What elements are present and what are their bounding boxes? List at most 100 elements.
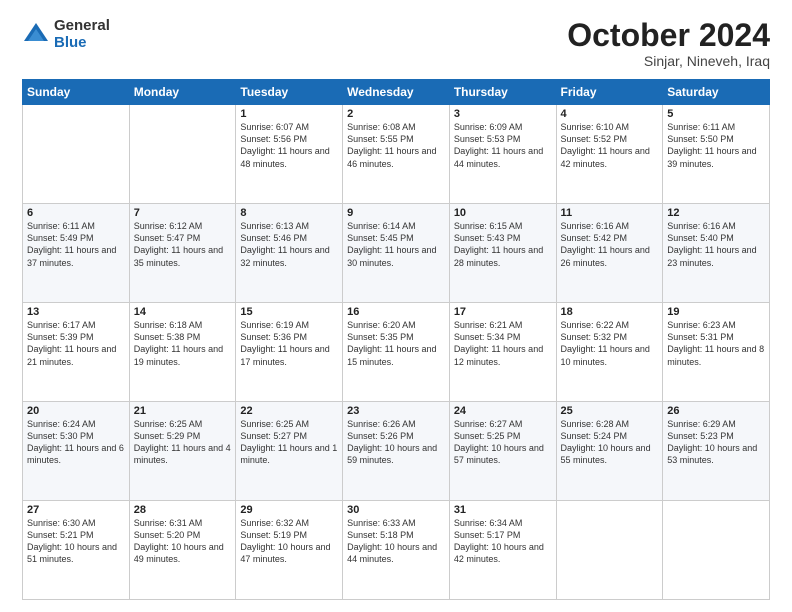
day-info: Sunrise: 6:31 AM Sunset: 5:20 PM Dayligh… [134,517,232,566]
day-info: Sunrise: 6:09 AM Sunset: 5:53 PM Dayligh… [454,121,552,170]
day-info: Sunrise: 6:10 AM Sunset: 5:52 PM Dayligh… [561,121,659,170]
weekday-header-tuesday: Tuesday [236,80,343,105]
calendar-cell: 23Sunrise: 6:26 AM Sunset: 5:26 PM Dayli… [343,402,450,501]
calendar-cell [23,105,130,204]
day-number: 10 [454,207,552,219]
day-number: 16 [347,306,445,318]
day-number: 20 [27,405,125,417]
week-row-3: 13Sunrise: 6:17 AM Sunset: 5:39 PM Dayli… [23,303,770,402]
day-number: 21 [134,405,232,417]
calendar-cell: 28Sunrise: 6:31 AM Sunset: 5:20 PM Dayli… [129,501,236,600]
day-number: 4 [561,108,659,120]
day-info: Sunrise: 6:17 AM Sunset: 5:39 PM Dayligh… [27,319,125,368]
day-number: 14 [134,306,232,318]
header: General Blue October 2024 Sinjar, Nineve… [22,18,770,69]
day-info: Sunrise: 6:33 AM Sunset: 5:18 PM Dayligh… [347,517,445,566]
day-info: Sunrise: 6:13 AM Sunset: 5:46 PM Dayligh… [240,220,338,269]
week-row-4: 20Sunrise: 6:24 AM Sunset: 5:30 PM Dayli… [23,402,770,501]
day-number: 8 [240,207,338,219]
day-info: Sunrise: 6:24 AM Sunset: 5:30 PM Dayligh… [27,418,125,467]
day-info: Sunrise: 6:16 AM Sunset: 5:42 PM Dayligh… [561,220,659,269]
calendar-table: SundayMondayTuesdayWednesdayThursdayFrid… [22,79,770,600]
day-number: 11 [561,207,659,219]
logo: General Blue [22,18,110,51]
calendar-cell: 24Sunrise: 6:27 AM Sunset: 5:25 PM Dayli… [449,402,556,501]
day-info: Sunrise: 6:11 AM Sunset: 5:49 PM Dayligh… [27,220,125,269]
calendar-cell: 25Sunrise: 6:28 AM Sunset: 5:24 PM Dayli… [556,402,663,501]
day-info: Sunrise: 6:34 AM Sunset: 5:17 PM Dayligh… [454,517,552,566]
calendar-cell: 26Sunrise: 6:29 AM Sunset: 5:23 PM Dayli… [663,402,770,501]
calendar-cell: 12Sunrise: 6:16 AM Sunset: 5:40 PM Dayli… [663,204,770,303]
day-number: 2 [347,108,445,120]
calendar-cell: 27Sunrise: 6:30 AM Sunset: 5:21 PM Dayli… [23,501,130,600]
day-info: Sunrise: 6:16 AM Sunset: 5:40 PM Dayligh… [667,220,765,269]
weekday-header-thursday: Thursday [449,80,556,105]
day-number: 17 [454,306,552,318]
day-number: 3 [454,108,552,120]
day-info: Sunrise: 6:20 AM Sunset: 5:35 PM Dayligh… [347,319,445,368]
calendar-cell: 13Sunrise: 6:17 AM Sunset: 5:39 PM Dayli… [23,303,130,402]
calendar-cell: 15Sunrise: 6:19 AM Sunset: 5:36 PM Dayli… [236,303,343,402]
day-info: Sunrise: 6:14 AM Sunset: 5:45 PM Dayligh… [347,220,445,269]
weekday-header-monday: Monday [129,80,236,105]
calendar-cell: 4Sunrise: 6:10 AM Sunset: 5:52 PM Daylig… [556,105,663,204]
day-number: 23 [347,405,445,417]
calendar-cell: 6Sunrise: 6:11 AM Sunset: 5:49 PM Daylig… [23,204,130,303]
day-info: Sunrise: 6:19 AM Sunset: 5:36 PM Dayligh… [240,319,338,368]
day-number: 22 [240,405,338,417]
logo-text: General Blue [54,18,110,51]
day-info: Sunrise: 6:29 AM Sunset: 5:23 PM Dayligh… [667,418,765,467]
day-number: 18 [561,306,659,318]
day-info: Sunrise: 6:28 AM Sunset: 5:24 PM Dayligh… [561,418,659,467]
day-number: 27 [27,504,125,516]
week-row-1: 1Sunrise: 6:07 AM Sunset: 5:56 PM Daylig… [23,105,770,204]
day-number: 30 [347,504,445,516]
day-info: Sunrise: 6:21 AM Sunset: 5:34 PM Dayligh… [454,319,552,368]
day-info: Sunrise: 6:15 AM Sunset: 5:43 PM Dayligh… [454,220,552,269]
calendar-cell: 17Sunrise: 6:21 AM Sunset: 5:34 PM Dayli… [449,303,556,402]
day-number: 7 [134,207,232,219]
day-info: Sunrise: 6:27 AM Sunset: 5:25 PM Dayligh… [454,418,552,467]
day-info: Sunrise: 6:22 AM Sunset: 5:32 PM Dayligh… [561,319,659,368]
day-info: Sunrise: 6:23 AM Sunset: 5:31 PM Dayligh… [667,319,765,368]
calendar-cell: 30Sunrise: 6:33 AM Sunset: 5:18 PM Dayli… [343,501,450,600]
day-number: 9 [347,207,445,219]
day-info: Sunrise: 6:12 AM Sunset: 5:47 PM Dayligh… [134,220,232,269]
day-info: Sunrise: 6:32 AM Sunset: 5:19 PM Dayligh… [240,517,338,566]
calendar-cell: 5Sunrise: 6:11 AM Sunset: 5:50 PM Daylig… [663,105,770,204]
day-info: Sunrise: 6:18 AM Sunset: 5:38 PM Dayligh… [134,319,232,368]
weekday-header-saturday: Saturday [663,80,770,105]
calendar-cell: 9Sunrise: 6:14 AM Sunset: 5:45 PM Daylig… [343,204,450,303]
day-number: 13 [27,306,125,318]
day-number: 28 [134,504,232,516]
calendar-cell: 16Sunrise: 6:20 AM Sunset: 5:35 PM Dayli… [343,303,450,402]
calendar-cell: 14Sunrise: 6:18 AM Sunset: 5:38 PM Dayli… [129,303,236,402]
day-number: 29 [240,504,338,516]
title-block: October 2024 Sinjar, Nineveh, Iraq [567,18,770,69]
location: Sinjar, Nineveh, Iraq [567,53,770,69]
day-info: Sunrise: 6:08 AM Sunset: 5:55 PM Dayligh… [347,121,445,170]
day-number: 31 [454,504,552,516]
day-info: Sunrise: 6:25 AM Sunset: 5:29 PM Dayligh… [134,418,232,467]
calendar-cell: 8Sunrise: 6:13 AM Sunset: 5:46 PM Daylig… [236,204,343,303]
day-info: Sunrise: 6:26 AM Sunset: 5:26 PM Dayligh… [347,418,445,467]
logo-general: General [54,18,110,35]
day-info: Sunrise: 6:07 AM Sunset: 5:56 PM Dayligh… [240,121,338,170]
week-row-5: 27Sunrise: 6:30 AM Sunset: 5:21 PM Dayli… [23,501,770,600]
month-title: October 2024 [567,18,770,53]
calendar-cell: 10Sunrise: 6:15 AM Sunset: 5:43 PM Dayli… [449,204,556,303]
calendar-cell [129,105,236,204]
calendar-cell: 3Sunrise: 6:09 AM Sunset: 5:53 PM Daylig… [449,105,556,204]
week-row-2: 6Sunrise: 6:11 AM Sunset: 5:49 PM Daylig… [23,204,770,303]
weekday-header-friday: Friday [556,80,663,105]
logo-blue: Blue [54,35,110,52]
day-number: 6 [27,207,125,219]
calendar-cell: 18Sunrise: 6:22 AM Sunset: 5:32 PM Dayli… [556,303,663,402]
day-number: 19 [667,306,765,318]
day-number: 1 [240,108,338,120]
calendar-cell: 29Sunrise: 6:32 AM Sunset: 5:19 PM Dayli… [236,501,343,600]
generalblue-logo-icon [22,21,50,49]
weekday-header-sunday: Sunday [23,80,130,105]
weekday-header-wednesday: Wednesday [343,80,450,105]
day-info: Sunrise: 6:30 AM Sunset: 5:21 PM Dayligh… [27,517,125,566]
